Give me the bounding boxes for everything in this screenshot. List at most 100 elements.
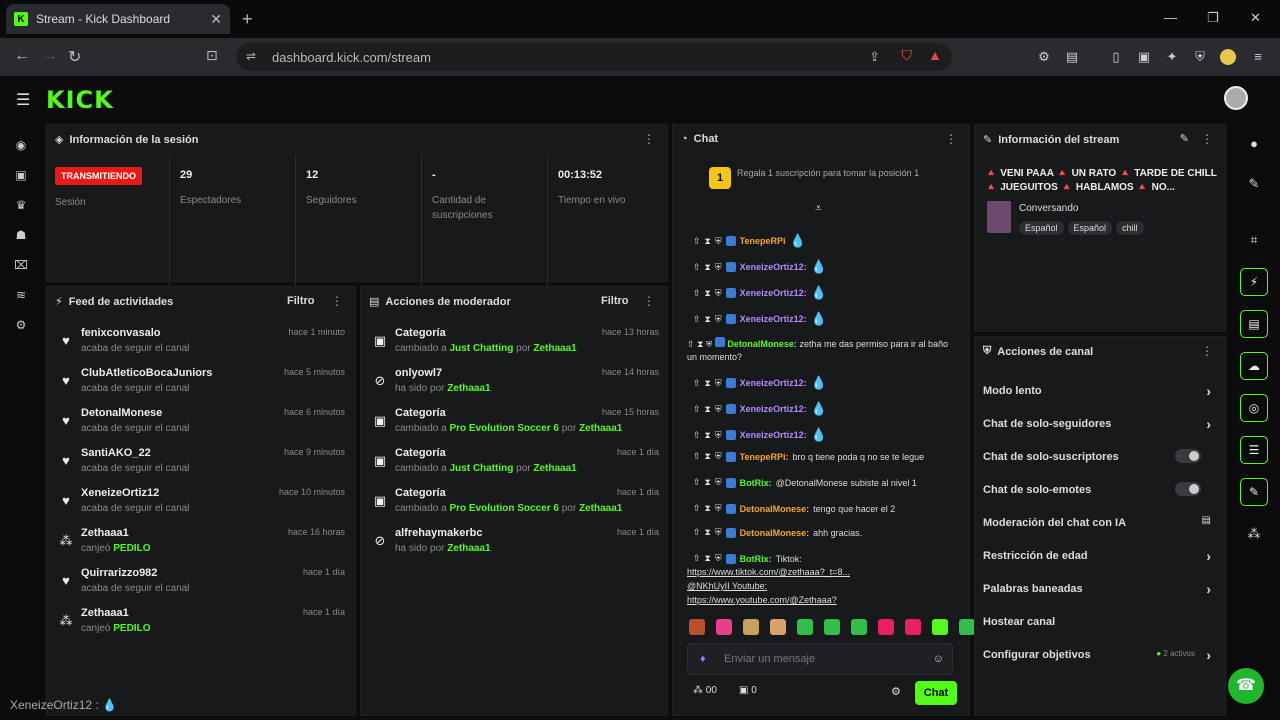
pin-icon[interactable]: ⇧ [693,527,701,538]
chat-settings-icon[interactable]: ⚙ [891,685,901,698]
forward-icon[interactable]: → [42,47,58,65]
chat-bubble-icon[interactable]: ☁ [1240,352,1268,380]
toggle-switch[interactable] [1175,449,1201,463]
browser-tab[interactable]: K Stream - Kick Dashboard ✕ [6,4,230,34]
pin-icon[interactable]: ⇧ [693,430,701,441]
more-options-icon[interactable]: ⋮ [331,294,343,308]
timeout-icon[interactable]: ⧗ [705,262,711,273]
chat-username[interactable]: XeneizeOrtiz12: [740,288,807,298]
chat-message[interactable]: ⇧ ⧗ ⛨ DetonalMonese: tengo que hacer el … [693,503,959,514]
list-item[interactable]: ⊘ alfrehaymakerbc ha sido por Zethaaa1 h… [369,527,659,567]
chat-message[interactable]: ⇧ ⧗ ⛨ DetonalMonese: zetha me das permis… [687,337,959,364]
emote-icon[interactable] [932,619,948,635]
pin-icon[interactable]: ⇧ [693,262,701,273]
list-item[interactable]: ▣ Categoría cambiado a Pro Evolution Soc… [369,487,659,527]
analytics-icon[interactable]: ≋ [14,288,28,302]
emote-icon[interactable] [905,619,921,635]
timeout-icon[interactable]: ⧗ [705,404,711,415]
channel-action-row[interactable]: Configurar objetivos ● 2 activos › [983,647,1211,663]
settings-icon[interactable]: ⚙ [14,318,28,332]
count-display[interactable]: ▣ 0 [739,685,757,696]
emote-icon[interactable] [824,619,840,635]
chat-message[interactable]: ⇧ ⧗ ⛨ TenepeRPi 💧 [693,233,959,249]
chat-links[interactable]: https://www.tiktok.com/@zethaaa?_t=8... @… [687,565,850,607]
new-tab-icon[interactable]: + [242,9,253,30]
emote-icon[interactable] [770,619,786,635]
list-item[interactable]: ⁂ Zethaaa1 canjeó PEDILO hace 16 horas [55,527,346,567]
timeout-icon[interactable]: ⧗ [705,451,711,462]
timeout-icon[interactable]: ⧗ [697,339,703,349]
activity-username[interactable]: Zethaaa1 [81,607,129,619]
chat-message[interactable]: ⇧ ⧗ ⛨ XeneizeOrtiz12: 💧 [693,375,959,391]
emote-picker-icon[interactable]: ♦ [700,644,706,674]
pin-icon[interactable]: ⇧ [693,236,701,247]
emote-icon[interactable] [851,619,867,635]
scroll-down-icon[interactable]: ⩡ [815,201,822,216]
gift-promo[interactable]: Regala 1 suscripción para tomar la posic… [737,167,937,179]
emote-icon[interactable] [959,619,975,635]
close-window-icon[interactable]: ✕ [1250,10,1261,26]
channel-action-row[interactable]: Palabras baneadas › [983,581,1211,597]
list-item[interactable]: ♥ SantiAKO_22 acaba de seguir el canal h… [55,447,345,487]
maximize-icon[interactable]: ❐ [1207,10,1219,26]
channel-action-row[interactable]: Chat de solo-suscriptores [983,449,1211,463]
list-item[interactable]: ▣ Categoría cambiado a Just Chatting por… [369,327,659,367]
pin-icon[interactable]: ⇧ [693,314,701,325]
trophy-icon[interactable]: ♛ [14,198,28,212]
crop-icon[interactable]: ⌗ [1246,232,1262,248]
chat-message[interactable]: ⇧ ⧗ ⛨ BotRix: Tiktok: [693,553,959,564]
pin-icon[interactable]: ⇧ [693,288,701,299]
bookmark-icon[interactable]: ⊡ [206,47,218,64]
pin-icon[interactable]: ⇧ [693,503,701,514]
stream-icon[interactable]: ◉ [14,138,28,152]
chevron-right-icon[interactable]: › [1206,548,1211,564]
notification-icon[interactable]: ● [1246,136,1262,151]
chat-message[interactable]: ⇧ ⧗ ⛨ XeneizeOrtiz12: 💧 [693,285,959,301]
chat-message[interactable]: ⇧ ⧗ ⛨ XeneizeOrtiz12: 💧 [693,401,959,417]
chat-username[interactable]: XeneizeOrtiz12: [740,404,807,414]
channel-action-row[interactable]: Hostear canal [983,616,1211,628]
brave-rewards-icon[interactable]: ▲ [928,47,942,63]
timeout-icon[interactable]: ⧗ [705,553,711,564]
close-tab-icon[interactable]: ✕ [210,11,222,28]
timeout-icon[interactable]: ⧗ [705,236,711,247]
flash-icon[interactable]: ⚡ [1240,268,1268,296]
broadcast-icon[interactable]: ◎ [1240,394,1268,422]
mod-action-name[interactable]: onlyowl7 [395,367,442,379]
emote-icon[interactable] [716,619,732,635]
pin-icon[interactable]: ⇧ [693,378,701,389]
ai-icon[interactable]: ▤ [1202,515,1211,526]
site-info-icon[interactable]: ⇌ [246,49,256,63]
emote-icon[interactable] [878,619,894,635]
sidebar-icon[interactable]: ▯ [1108,49,1124,65]
channel-action-row[interactable]: Chat de solo-seguidores › [983,416,1211,432]
more-options-icon[interactable]: ⋮ [643,294,655,308]
list-item[interactable]: ▣ Categoría cambiado a Pro Evolution Soc… [369,407,659,447]
activity-username[interactable]: SantiAKO_22 [81,447,151,459]
activity-username[interactable]: ClubAtleticoBocaJuniors [81,367,212,379]
points-display[interactable]: ⁂ 00 [693,685,717,696]
toggle-switch[interactable] [1175,482,1201,496]
list-item[interactable]: ⁂ Zethaaa1 canjeó PEDILO hace 1 día [55,607,346,647]
reader-icon[interactable]: ▤ [1064,49,1080,65]
more-options-icon[interactable]: ⋮ [1201,344,1213,358]
mod-action-name[interactable]: Categoría [395,487,446,499]
chat-message[interactable]: ⇧ ⧗ ⛨ XeneizeOrtiz12: 💧 [693,311,959,327]
timeout-icon[interactable]: ⧗ [705,430,711,441]
activity-username[interactable]: DetonalMonese [81,407,162,419]
chat-username[interactable]: XeneizeOrtiz12: [740,314,807,324]
activity-filter-button[interactable]: Filtro [287,295,315,307]
chat-username[interactable]: XeneizeOrtiz12: [740,378,807,388]
menu-icon[interactable]: ≡ [1250,49,1266,65]
chat-username[interactable]: XeneizeOrtiz12: [740,430,807,440]
layers-icon[interactable]: ☰ [1240,436,1268,464]
pin-icon[interactable]: ⇧ [693,553,701,564]
wallet-icon[interactable]: ▣ [1136,49,1152,65]
community-icon[interactable]: ☗ [14,228,28,242]
emoji-icon[interactable]: ☺ [933,644,944,674]
timeout-icon[interactable]: ⧗ [705,288,711,299]
activity-username[interactable]: XeneizeOrtiz12 [81,487,159,499]
chat-message[interactable]: ⇧ ⧗ ⛨ XeneizeOrtiz12: 💧 [693,427,959,443]
channel-action-row[interactable]: Modo lento › [983,383,1211,399]
chat-message[interactable]: ⇧ ⧗ ⛨ XeneizeOrtiz12: 💧 [693,259,959,275]
